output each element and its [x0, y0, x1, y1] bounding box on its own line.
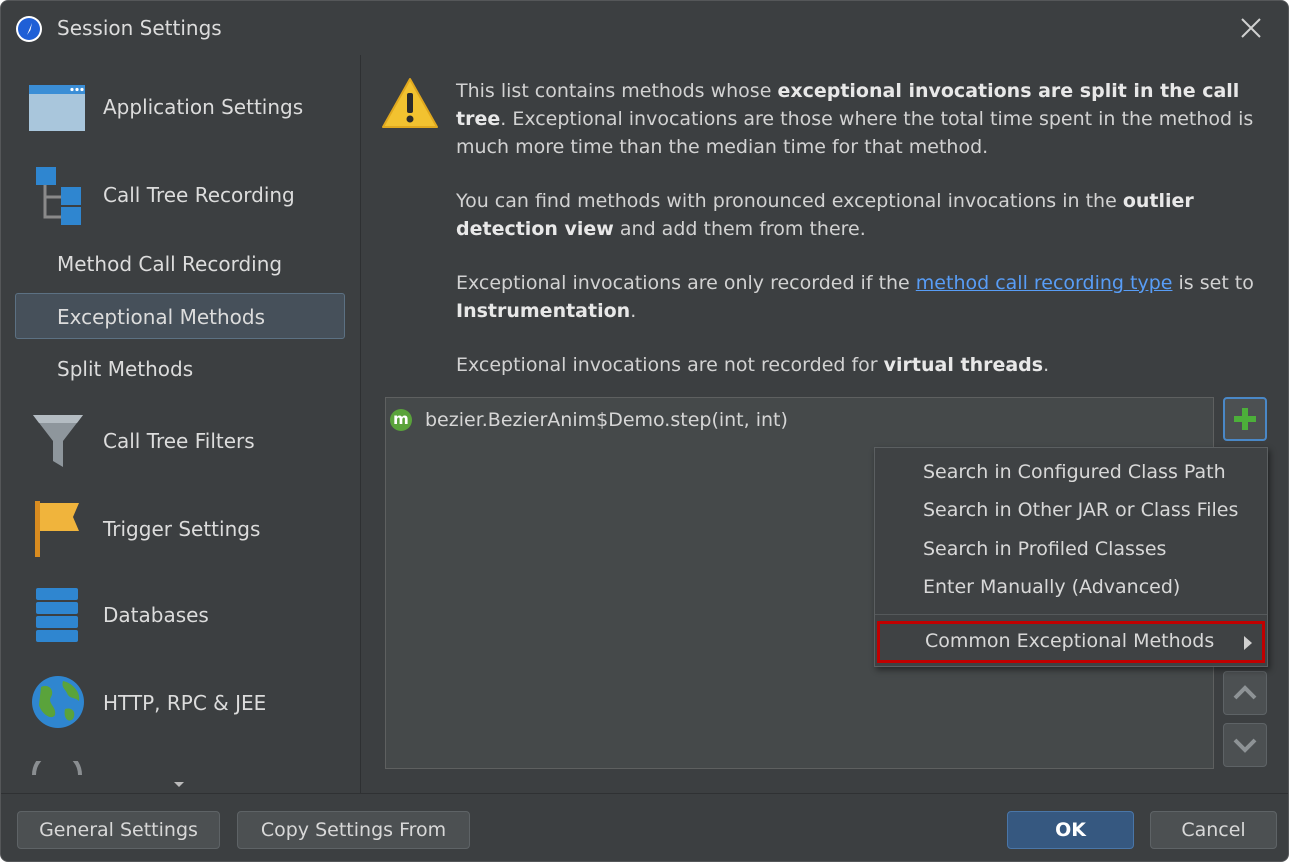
sidebar-item-label: Method Call Recording — [57, 252, 283, 276]
sidebar-item-databases[interactable]: Databases — [15, 583, 345, 649]
close-icon[interactable] — [1238, 15, 1264, 41]
exceptional-methods-panel: This list contains methods whose excepti… — [361, 55, 1288, 793]
sidebar-item-label: Application Settings — [103, 95, 304, 119]
info-paragraph-4: Exceptional invocations are not recorded… — [456, 354, 1050, 376]
chevron-up-icon — [1233, 685, 1257, 700]
plus-icon — [1234, 408, 1256, 430]
copy-settings-from-button[interactable]: Copy Settings From — [237, 811, 470, 849]
warning-icon — [382, 78, 438, 128]
settings-sidebar: Application Settings Call Tree Recording… — [1, 55, 360, 793]
app-logo-icon — [16, 16, 42, 42]
add-method-popup-menu: Search in Configured Class Path Search i… — [874, 447, 1268, 667]
chevron-down-icon — [1233, 738, 1257, 753]
method-icon: m — [390, 409, 412, 431]
method-call-recording-type-link[interactable]: method call recording type — [916, 272, 1173, 294]
info-paragraph-3: Exceptional invocations are only recorde… — [456, 272, 1254, 322]
cancel-button[interactable]: Cancel — [1150, 811, 1277, 849]
info-text: This list contains methods whose excepti… — [456, 77, 1256, 405]
title-bar: Session Settings — [1, 1, 1288, 55]
partial-item-icon — [32, 761, 82, 775]
info-paragraph-1: This list contains methods whose excepti… — [456, 80, 1254, 158]
globe-icon — [32, 676, 84, 728]
general-settings-button[interactable]: General Settings — [17, 811, 220, 849]
move-up-button[interactable] — [1223, 671, 1267, 715]
sidebar-item-trigger-settings[interactable]: Trigger Settings — [15, 495, 345, 561]
submenu-arrow-icon — [1244, 636, 1252, 650]
menu-item-search-profiled-classes[interactable]: Search in Profiled Classes — [875, 532, 1267, 568]
ok-button[interactable]: OK — [1007, 811, 1134, 849]
window-title: Session Settings — [57, 16, 222, 40]
sidebar-item-label: HTTP, RPC & JEE — [103, 691, 267, 715]
sidebar-item-http-rpc-jee[interactable]: HTTP, RPC & JEE — [15, 671, 345, 737]
menu-item-search-configured-class-path[interactable]: Search in Configured Class Path — [875, 455, 1267, 491]
menu-separator — [875, 614, 1267, 615]
sidebar-item-label: Exceptional Methods — [57, 305, 266, 329]
method-signature: bezier.BezierAnim$Demo.step(int, int) — [425, 409, 788, 431]
sidebar-item-label: Trigger Settings — [103, 517, 261, 541]
menu-item-common-exceptional-methods[interactable]: Common Exceptional Methods — [877, 621, 1265, 663]
application-window-icon — [29, 85, 85, 131]
sidebar-item-label: Split Methods — [57, 357, 194, 381]
sidebar-item-label: Call Tree Recording — [103, 183, 295, 207]
sidebar-item-method-call-recording[interactable]: Method Call Recording — [15, 245, 345, 285]
database-icon — [36, 588, 78, 642]
info-paragraph-2: You can find methods with pronounced exc… — [456, 190, 1194, 240]
add-method-button[interactable] — [1223, 397, 1267, 441]
funnel-icon — [33, 415, 83, 467]
sidebar-item-exceptional-methods[interactable]: Exceptional Methods — [15, 293, 345, 339]
sidebar-item-call-tree-filters[interactable]: Call Tree Filters — [15, 407, 345, 473]
sidebar-item-label: Databases — [103, 603, 209, 627]
call-tree-icon — [36, 167, 81, 225]
sidebar-item-label: Call Tree Filters — [103, 429, 255, 453]
sidebar-item-application-settings[interactable]: Application Settings — [15, 75, 345, 141]
scroll-down-indicator-icon[interactable] — [174, 782, 184, 787]
dialog-footer: General Settings Copy Settings From OK C… — [1, 793, 1288, 861]
menu-item-enter-manually[interactable]: Enter Manually (Advanced) — [875, 570, 1267, 606]
move-down-button[interactable] — [1223, 723, 1267, 767]
sidebar-item-call-tree-recording[interactable]: Call Tree Recording — [15, 161, 345, 231]
session-settings-dialog: Session Settings Application Settings Ca… — [0, 0, 1289, 862]
sidebar-item-split-methods[interactable]: Split Methods — [15, 351, 345, 391]
flag-icon — [35, 501, 79, 557]
menu-item-search-other-jar-or-class-files[interactable]: Search in Other JAR or Class Files — [875, 493, 1267, 529]
